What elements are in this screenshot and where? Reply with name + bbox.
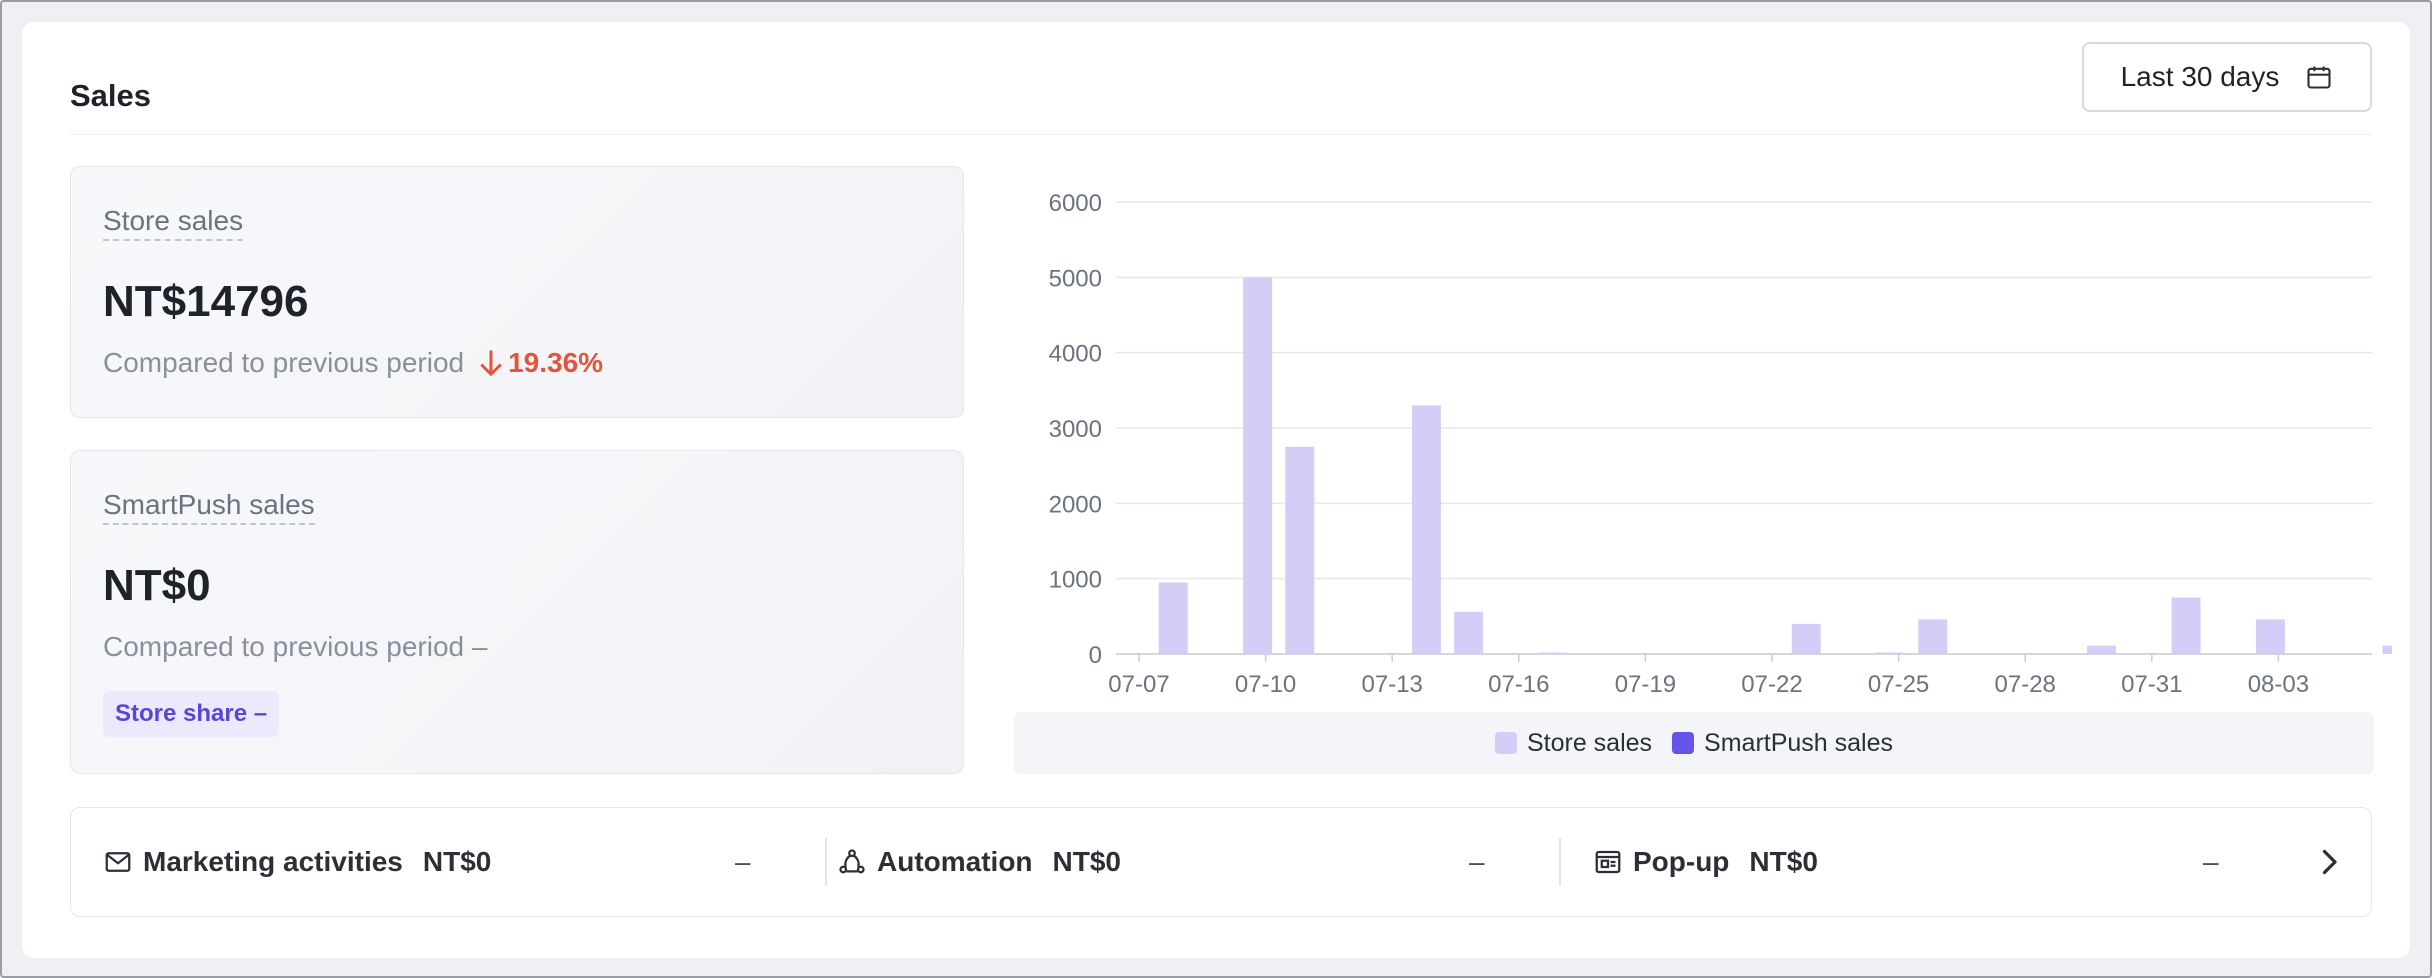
x-tick-label: 07-25: [1868, 671, 1929, 698]
chart-legend: Store sales SmartPush sales: [1014, 712, 2374, 774]
y-tick-label: 5000: [1049, 265, 1102, 292]
sales-card: Sales Last 30 days Store sales NT$14796 …: [22, 22, 2410, 958]
bar-store-sales: [1243, 277, 1273, 654]
bar-store-sales: [1285, 446, 1315, 654]
y-tick-label: 6000: [1049, 190, 1102, 217]
smartpush-sales-label[interactable]: SmartPush sales: [103, 489, 315, 525]
channel-breakdown: Marketing activities NT$0 – Automation N…: [70, 807, 2372, 917]
x-tick-label: 07-31: [2121, 671, 2182, 698]
bar-store-sales: [1411, 405, 1441, 654]
smartpush-sales-compare: Compared to previous period –: [103, 631, 487, 663]
bar-store-sales: [1918, 619, 1948, 654]
legend-smartpush-sales[interactable]: SmartPush sales: [1672, 729, 1893, 758]
x-tick-label: 07-19: [1615, 671, 1676, 698]
date-range-label: Last 30 days: [2120, 61, 2280, 92]
channel-popup[interactable]: Pop-up NT$0: [1593, 808, 1818, 916]
chevron-right-icon[interactable]: [2311, 844, 2347, 880]
smartpush-sales-value: NT$0: [103, 561, 211, 610]
change-indicator: 19.36%: [478, 347, 603, 379]
arrow-down-icon: [480, 350, 502, 376]
bar-store-sales: [1538, 652, 1568, 654]
channel-amount: NT$0: [1749, 846, 1818, 877]
x-tick-label: 07-28: [1995, 671, 2056, 698]
legend-swatch-store: [1494, 732, 1517, 754]
legend-swatch-smartpush: [1672, 732, 1695, 754]
automation-icon: [839, 849, 865, 874]
bar-store-sales: [2255, 619, 2285, 654]
bar-store-sales: [2087, 645, 2117, 654]
channel-name: Marketing activities: [143, 846, 403, 877]
y-tick-label: 0: [1089, 642, 1102, 669]
mail-icon: [105, 852, 131, 872]
calendar-icon: [2307, 66, 2331, 89]
store-sales-value: NT$14796: [103, 277, 309, 326]
y-tick-label: 4000: [1049, 341, 1102, 368]
x-tick-label: 07-10: [1235, 671, 1296, 698]
x-tick-label: 08-03: [2248, 671, 2309, 698]
channel-divider: [1559, 838, 1561, 886]
bar-store-sales: [2171, 597, 2201, 654]
page-title: Sales: [70, 78, 152, 113]
window-frame: Sales Last 30 days Store sales NT$14796 …: [0, 0, 2432, 978]
channel-change: –: [2203, 846, 2219, 877]
legend-store-sales[interactable]: Store sales: [1494, 728, 1653, 758]
bar-store-sales: [1158, 582, 1188, 654]
compare-label: Compared to previous period: [103, 347, 465, 378]
bar-store-sales: [1791, 623, 1821, 654]
change-value: 19.36%: [508, 347, 604, 378]
channel-divider: [825, 838, 827, 886]
channel-automation[interactable]: Automation NT$0: [837, 808, 1121, 916]
y-tick-label: 3000: [1049, 416, 1102, 443]
x-tick-label: 07-16: [1488, 671, 1549, 698]
smartpush-sales-card: SmartPush sales NT$0 Compared to previou…: [70, 450, 964, 774]
popup-icon: [1595, 850, 1621, 874]
channel-name: Automation: [877, 846, 1033, 877]
store-share-badge: Store share –: [103, 691, 280, 737]
channel-amount: NT$0: [422, 846, 492, 877]
y-tick-label: 1000: [1049, 567, 1102, 594]
channel-name: Pop-up: [1633, 846, 1730, 877]
x-tick-label: 07-07: [1108, 671, 1169, 698]
channel-amount: NT$0: [1052, 846, 1121, 877]
store-sales-compare: Compared to previous period 19.36%: [103, 347, 603, 379]
y-tick-label: 2000: [1049, 491, 1102, 518]
header-divider: [70, 134, 2372, 135]
x-tick-label: 07-22: [1741, 671, 1802, 698]
sales-bar-chart: 0 1000 2000 3000 4000 5000 6000 07-07 07-10 07-13…: [1049, 190, 2392, 698]
store-sales-label[interactable]: Store sales: [103, 205, 244, 241]
bar-store-sales: [2382, 645, 2392, 654]
bar-store-sales: [1876, 652, 1906, 654]
compare-label: Compared to previous period –: [103, 631, 488, 662]
x-tick-label: 07-13: [1362, 671, 1423, 698]
bar-store-sales: [1454, 611, 1484, 654]
store-sales-card: Store sales NT$14796 Compared to previou…: [70, 166, 964, 418]
channel-marketing-activities[interactable]: Marketing activities NT$0: [103, 808, 491, 916]
date-range-picker[interactable]: Last 30 days: [2082, 42, 2372, 112]
channel-change: –: [735, 846, 751, 877]
sales-chart: 0 1000 2000 3000 4000 5000 6000 07-07 07-10 07-13…: [1022, 162, 2392, 802]
legend-label: Store sales: [1526, 728, 1653, 757]
legend-label: SmartPush sales: [1704, 728, 1894, 757]
channel-change: –: [1469, 846, 1485, 877]
